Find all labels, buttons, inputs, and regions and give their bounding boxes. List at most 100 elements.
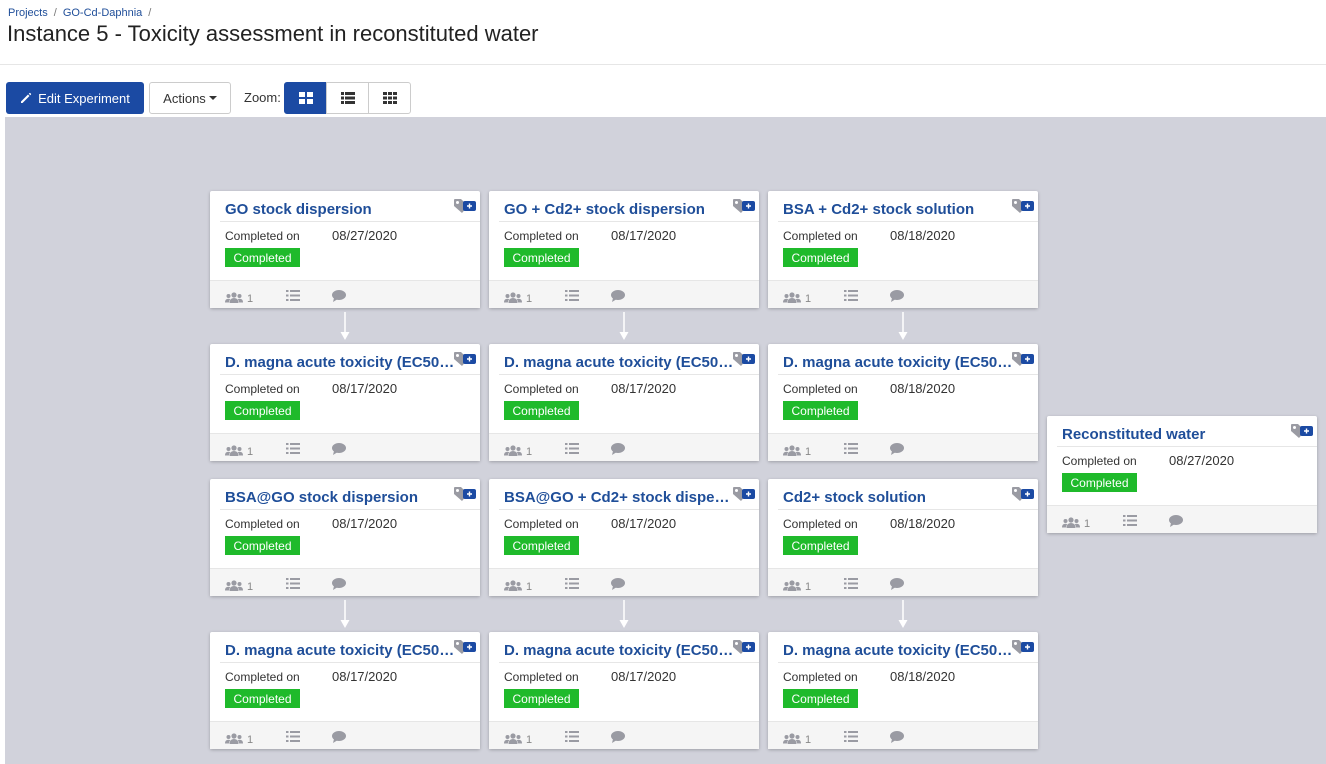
comment-icon[interactable]	[890, 578, 904, 590]
experiment-card[interactable]: Cd2+ stock solution Completed on 08/18/2…	[768, 479, 1038, 596]
card-title[interactable]: D. magna acute toxicity (EC50…	[225, 642, 455, 659]
comment-icon[interactable]	[1169, 515, 1183, 527]
experiment-card[interactable]: BSA@GO + Cd2+ stock disper… Completed on…	[489, 479, 759, 596]
status-badge: Completed	[783, 248, 858, 267]
add-tag-icon[interactable]	[1290, 423, 1314, 441]
protocol-list-icon[interactable]	[286, 290, 300, 301]
assigned-users[interactable]: 1	[504, 578, 532, 593]
experiment-card[interactable]: D. magna acute toxicity (EC50… Completed…	[768, 632, 1038, 749]
completed-on-label: Completed on	[225, 229, 300, 243]
card-title[interactable]: GO + Cd2+ stock dispersion	[504, 201, 734, 218]
protocol-list-icon[interactable]	[844, 290, 858, 301]
assigned-users[interactable]: 1	[783, 731, 811, 746]
comment-icon[interactable]	[611, 578, 625, 590]
breadcrumb-item-projects[interactable]: Projects	[8, 7, 48, 19]
page-title: Instance 5 - Toxicity assessment in reco…	[7, 21, 539, 46]
add-tag-icon[interactable]	[732, 351, 756, 369]
card-title[interactable]: D. magna acute toxicity (EC50…	[783, 642, 1013, 659]
comment-icon[interactable]	[332, 290, 346, 302]
comment-icon[interactable]	[332, 731, 346, 743]
comment-icon[interactable]	[332, 443, 346, 455]
protocol-list-icon[interactable]	[844, 443, 858, 454]
card-title[interactable]: BSA@GO + Cd2+ stock disper…	[504, 489, 734, 506]
connector-arrow-icon	[340, 312, 350, 340]
add-tag-icon[interactable]	[1011, 198, 1035, 216]
comment-icon[interactable]	[890, 731, 904, 743]
experiment-canvas[interactable]: GO stock dispersion Completed on 08/27/2…	[5, 117, 1326, 764]
protocol-list-icon[interactable]	[286, 443, 300, 454]
comment-icon[interactable]	[890, 443, 904, 455]
add-tag-icon[interactable]	[732, 486, 756, 504]
status-badge: Completed	[783, 689, 858, 708]
card-footer: 1	[768, 280, 1038, 308]
assigned-users[interactable]: 1	[225, 578, 253, 593]
protocol-list-icon[interactable]	[565, 731, 579, 742]
add-tag-icon[interactable]	[732, 198, 756, 216]
comment-icon[interactable]	[611, 731, 625, 743]
card-footer: 1	[489, 433, 759, 461]
comment-icon[interactable]	[332, 578, 346, 590]
zoom-large-button[interactable]	[284, 82, 327, 114]
experiment-card[interactable]: D. magna acute toxicity (EC50… Completed…	[210, 344, 480, 461]
add-tag-icon[interactable]	[453, 639, 477, 657]
experiment-card[interactable]: BSA + Cd2+ stock solution Completed on 0…	[768, 191, 1038, 308]
assigned-users[interactable]: 1	[783, 578, 811, 593]
comment-icon[interactable]	[611, 443, 625, 455]
protocol-list-icon[interactable]	[565, 443, 579, 454]
divider	[499, 374, 759, 375]
comment-icon[interactable]	[611, 290, 625, 302]
edit-experiment-button[interactable]: Edit Experiment	[6, 82, 144, 114]
assigned-users[interactable]: 1	[783, 443, 811, 458]
card-title[interactable]: D. magna acute toxicity (EC50…	[504, 642, 734, 659]
users-icon	[504, 445, 522, 456]
card-title[interactable]: D. magna acute toxicity (EC50…	[225, 354, 455, 371]
experiment-card[interactable]: GO stock dispersion Completed on 08/27/2…	[210, 191, 480, 308]
zoom-small-button[interactable]	[368, 82, 411, 114]
experiment-card[interactable]: BSA@GO stock dispersion Completed on 08/…	[210, 479, 480, 596]
add-tag-icon[interactable]	[453, 486, 477, 504]
card-title[interactable]: Reconstituted water	[1062, 426, 1292, 443]
experiment-card[interactable]: D. magna acute toxicity (EC50… Completed…	[210, 632, 480, 749]
experiment-card[interactable]: D. magna acute toxicity (EC50… Completed…	[489, 632, 759, 749]
actions-dropdown-button[interactable]: Actions	[149, 82, 231, 114]
add-tag-icon[interactable]	[453, 351, 477, 369]
protocol-list-icon[interactable]	[844, 578, 858, 589]
protocol-list-icon[interactable]	[286, 731, 300, 742]
experiment-card[interactable]: D. magna acute toxicity (EC50… Completed…	[768, 344, 1038, 461]
assigned-users[interactable]: 1	[504, 731, 532, 746]
add-tag-icon[interactable]	[453, 198, 477, 216]
card-title[interactable]: Cd2+ stock solution	[783, 489, 1013, 506]
card-title[interactable]: BSA + Cd2+ stock solution	[783, 201, 1013, 218]
zoom-list-button[interactable]	[326, 82, 369, 114]
assigned-users[interactable]: 1	[225, 443, 253, 458]
card-title[interactable]: GO stock dispersion	[225, 201, 455, 218]
assigned-users[interactable]: 1	[225, 290, 253, 305]
protocol-list-icon[interactable]	[1123, 515, 1137, 526]
status-badge: Completed	[225, 689, 300, 708]
breadcrumb-item-project[interactable]: GO-Cd-Daphnia	[63, 7, 142, 19]
protocol-list-icon[interactable]	[565, 578, 579, 589]
assigned-users[interactable]: 1	[504, 443, 532, 458]
add-tag-icon[interactable]	[1011, 639, 1035, 657]
add-tag-icon[interactable]	[732, 639, 756, 657]
assigned-users[interactable]: 1	[504, 290, 532, 305]
completed-date: 08/17/2020	[611, 228, 677, 243]
experiment-card[interactable]: D. magna acute toxicity (EC50… Completed…	[489, 344, 759, 461]
assigned-users[interactable]: 1	[225, 731, 253, 746]
assigned-users[interactable]: 1	[1062, 515, 1090, 530]
comment-icon[interactable]	[890, 290, 904, 302]
users-icon	[225, 580, 243, 591]
add-tag-icon[interactable]	[1011, 351, 1035, 369]
protocol-list-icon[interactable]	[844, 731, 858, 742]
card-title[interactable]: D. magna acute toxicity (EC50…	[504, 354, 734, 371]
add-tag-icon[interactable]	[1011, 486, 1035, 504]
experiment-card[interactable]: Reconstituted water Completed on 08/27/2…	[1047, 416, 1317, 533]
card-title[interactable]: D. magna acute toxicity (EC50…	[783, 354, 1013, 371]
experiment-card[interactable]: GO + Cd2+ stock dispersion Completed on …	[489, 191, 759, 308]
protocol-list-icon[interactable]	[286, 578, 300, 589]
protocol-list-icon[interactable]	[565, 290, 579, 301]
card-title[interactable]: BSA@GO stock dispersion	[225, 489, 455, 506]
user-count: 1	[247, 581, 254, 593]
status-badge: Completed	[504, 689, 579, 708]
assigned-users[interactable]: 1	[783, 290, 811, 305]
